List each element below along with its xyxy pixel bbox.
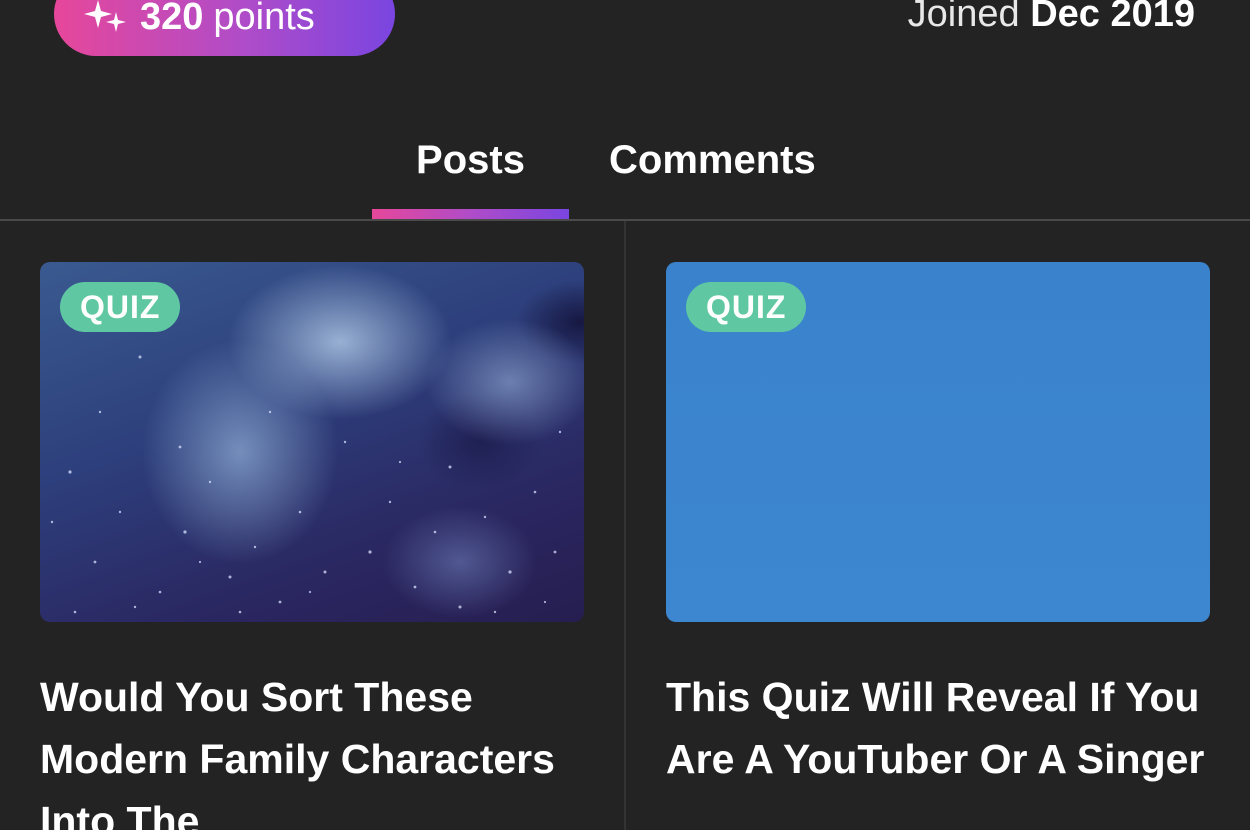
tab-comments[interactable]: Comments — [609, 138, 816, 183]
quiz-badge: QUIZ — [686, 282, 807, 332]
points-value: 320 — [140, 0, 204, 38]
post-title[interactable]: This Quiz Will Reveal If You Are A YouTu… — [666, 666, 1206, 790]
column-divider — [624, 221, 626, 830]
joined-date-value: Dec 2019 — [1030, 0, 1195, 35]
tab-posts[interactable]: Posts — [372, 138, 569, 183]
points-badge[interactable]: 320 points — [54, 0, 395, 56]
post-thumbnail[interactable]: QUIZ — [40, 262, 584, 622]
joined-date: Joined Dec 2019 — [908, 0, 1195, 33]
profile-tabs: Posts Comments — [0, 120, 1250, 222]
post-title[interactable]: Would You Sort These Modern Family Chara… — [40, 666, 580, 830]
quiz-badge: QUIZ — [60, 282, 181, 332]
post-card[interactable]: QUIZ Would You Sort These Modern Family … — [40, 262, 584, 830]
points-unit: points — [213, 0, 315, 38]
sparkle-icon — [84, 0, 126, 32]
joined-label: Joined — [907, 0, 1020, 35]
post-card[interactable]: QUIZ This Quiz Will Reveal If You Are A … — [666, 262, 1210, 790]
post-thumbnail[interactable]: QUIZ — [666, 262, 1210, 622]
